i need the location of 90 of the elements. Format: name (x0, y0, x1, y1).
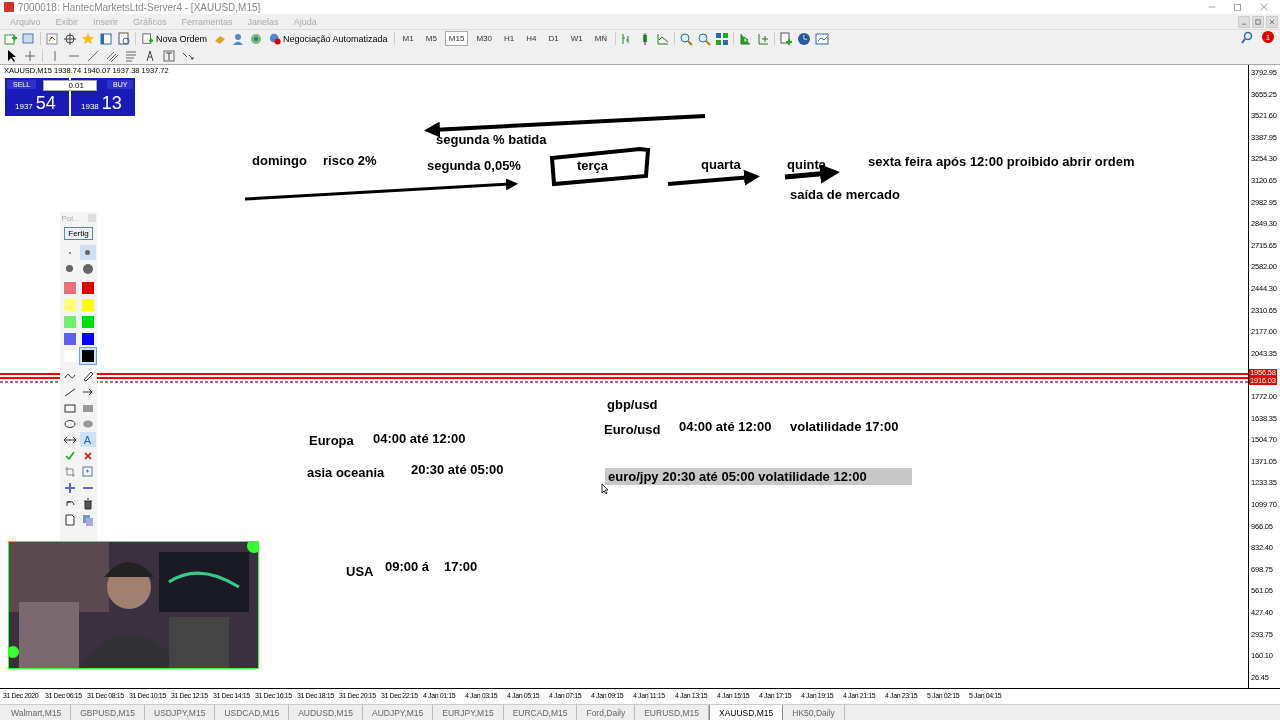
autoscroll-icon[interactable] (756, 31, 771, 46)
chart-text: risco 2% (323, 153, 377, 168)
restore-icon[interactable] (1232, 1, 1244, 13)
dot-icon (82, 263, 93, 274)
chart-tab[interactable]: Ford,Daily (577, 705, 636, 720)
plus-icon (62, 480, 77, 495)
sell-price: 1937 (15, 102, 33, 111)
dot-icon (68, 251, 71, 254)
text-input[interactable]: euro/jpy 20:30 até 05:00 volatilidade 12:00 (605, 468, 912, 485)
pen-size-option[interactable] (79, 245, 96, 260)
crop-icon (62, 464, 77, 479)
timeframe-button[interactable]: M15 (444, 31, 469, 46)
app-logo-icon (4, 2, 14, 12)
text-icon[interactable] (143, 48, 157, 63)
lot-field[interactable]: 0.01 (43, 80, 97, 91)
chart-tab[interactable]: Walmart,M15 (2, 705, 72, 720)
chart-text: 04:00 até 12:00 (679, 419, 772, 434)
restore-icon[interactable] (1252, 15, 1264, 28)
zoom-tool[interactable] (79, 464, 96, 479)
done-button[interactable]: Fertig (64, 227, 93, 240)
timeframe-button[interactable]: M1 (398, 31, 418, 46)
palette-title: Poi... (61, 214, 80, 223)
chart-tab[interactable]: GBPUSD,M15 (71, 705, 146, 720)
chart-tab[interactable]: XAUUSD,M15 (709, 705, 784, 720)
timeframe-button[interactable]: M5 (421, 31, 441, 46)
text-label-icon[interactable] (162, 48, 176, 63)
timeframe-button[interactable]: D1 (544, 31, 563, 46)
buy-price-pips: 13 (101, 93, 122, 114)
chart-text: 04:00 até 12:00 (373, 431, 466, 446)
chart-text: saída de mercado (790, 187, 900, 202)
timeframe-button[interactable]: H1 (500, 31, 519, 46)
document-plus-icon (142, 32, 154, 45)
chart-text: quarta (701, 157, 741, 172)
window-icon[interactable] (99, 31, 113, 46)
chart-tab[interactable]: USDCAD,M15 (215, 705, 290, 720)
user-icon[interactable] (231, 31, 246, 46)
new-order-button[interactable]: Nova Ordem (140, 32, 210, 45)
auto-trading-button[interactable]: Negociação Automatizada (267, 32, 390, 45)
chart-tab[interactable]: EURJPY,M15 (433, 705, 504, 720)
chart-tab[interactable]: HK50,Daily (783, 705, 845, 720)
chart-tab[interactable]: USDJPY,M15 (145, 705, 216, 720)
dot-icon (85, 250, 90, 255)
chart-text: segunda % batida (436, 132, 547, 147)
zoom-icon (80, 464, 95, 479)
cursor-icon (601, 483, 609, 495)
minus-icon (82, 486, 93, 489)
zoom-in-icon[interactable] (679, 31, 694, 46)
minimize-icon[interactable] (1238, 15, 1250, 28)
chart-tab[interactable]: AUDUSD,M15 (289, 705, 363, 720)
clock-icon[interactable] (797, 31, 812, 46)
timeframe-button[interactable]: MN (590, 31, 612, 46)
timeframe-button[interactable]: H4 (522, 31, 541, 46)
chart-shift-icon[interactable] (738, 31, 753, 46)
trendline-icon[interactable] (86, 48, 100, 63)
market-watch-icon[interactable] (45, 31, 59, 46)
chart-text: USA (346, 564, 374, 579)
zoom-out-icon[interactable] (697, 31, 712, 46)
chart-tab[interactable]: AUDJPY,M15 (362, 705, 434, 720)
chart-text: segunda 0,05% (427, 158, 521, 173)
chart-text: domingo (252, 153, 307, 168)
chart-text: 17:00 (444, 559, 478, 574)
copy-icon (80, 512, 95, 527)
search-icon[interactable] (1240, 30, 1254, 45)
star-folder-icon[interactable] (81, 31, 95, 46)
dot-icon (66, 265, 73, 272)
timeframe-button[interactable]: W1 (566, 31, 587, 46)
chart-text: 20:30 até 05:00 (411, 462, 504, 477)
window-title: 7000018: HantecMarketsLtd-Server4 - [XAUUSD,M15] (18, 1, 262, 13)
sell-price-pips: 54 (35, 93, 56, 114)
chart-tab[interactable]: EURUSD,M15 (635, 705, 709, 720)
chart-text: gbp/usd (607, 397, 658, 412)
globe-icon (269, 32, 282, 45)
chart-text: sexta feira após 12:00 proibido abrir ordem (868, 154, 1135, 169)
crosshair-icon[interactable] (63, 31, 77, 46)
chart-text: terça (577, 158, 609, 173)
line-chart-icon[interactable] (656, 31, 671, 46)
chart-text: 09:00 á (385, 559, 430, 574)
templates-icon[interactable] (815, 31, 830, 46)
chart-tab[interactable]: EURCAD,M15 (503, 705, 578, 720)
tester-icon[interactable] (117, 31, 131, 46)
signal-icon[interactable] (249, 31, 264, 46)
chart-text: Euro/usd (604, 422, 661, 437)
text-tool[interactable]: A (79, 432, 96, 447)
chart-text: volatilidade 17:00 (790, 419, 899, 434)
chart-text: Europa (309, 433, 354, 448)
timeframe-button[interactable]: M30 (472, 31, 496, 46)
buy-price: 1938 (81, 102, 99, 111)
tile-windows-icon[interactable] (715, 31, 730, 46)
add-indicator-icon[interactable] (779, 31, 794, 46)
chart-text: asia oceania (307, 465, 385, 480)
